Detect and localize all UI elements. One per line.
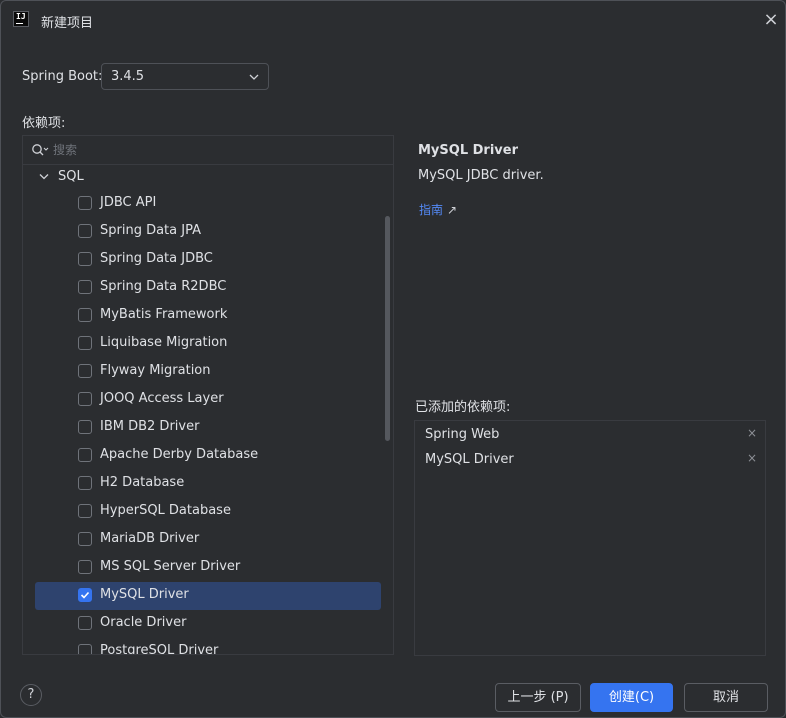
dependency-item[interactable]: H2 Database <box>35 470 381 498</box>
dependency-item-label: H2 Database <box>100 475 185 490</box>
dependency-item[interactable]: JDBC API <box>35 190 381 218</box>
dependency-tree: SQL JDBC API Spring Data JPA Spring Data J… <box>22 135 394 655</box>
group-label: SQL <box>58 169 84 184</box>
dependency-item[interactable]: Flyway Migration <box>35 358 381 386</box>
intellij-app-icon: IJ <box>13 11 29 27</box>
checkbox-checked[interactable] <box>78 588 92 602</box>
checkbox[interactable] <box>78 336 92 350</box>
search-input[interactable] <box>53 140 373 160</box>
remove-icon[interactable]: × <box>747 426 757 440</box>
dependency-item[interactable]: MariaDB Driver <box>35 526 381 554</box>
dependency-item-label: Oracle Driver <box>100 615 187 630</box>
added-dependencies-list: Spring Web × MySQL Driver × <box>414 420 766 656</box>
checkbox[interactable] <box>78 392 92 406</box>
window-title: 新建项目 <box>41 16 94 31</box>
added-dependencies-label: 已添加的依赖项: <box>415 400 511 415</box>
checkbox[interactable] <box>78 280 92 294</box>
guide-link[interactable]: 指南 ↗ <box>419 201 457 218</box>
dependency-item-label: Flyway Migration <box>100 363 211 378</box>
checkbox[interactable] <box>78 644 92 654</box>
checkbox[interactable] <box>78 420 92 434</box>
previous-button[interactable]: 上一步 (P) <box>495 683 581 712</box>
dependency-item-label: MS SQL Server Driver <box>100 559 241 574</box>
create-button[interactable]: 创建(C) <box>590 683 673 712</box>
dependency-item[interactable]: Apache Derby Database <box>35 442 381 470</box>
checkbox[interactable] <box>78 476 92 490</box>
chevron-down-icon <box>39 174 49 180</box>
added-item-label: MySQL Driver <box>425 452 514 467</box>
dependency-item-label: Apache Derby Database <box>100 447 259 462</box>
scrollbar-thumb[interactable] <box>385 216 390 441</box>
chevron-down-icon <box>249 74 259 80</box>
dependency-item[interactable]: Spring Data JDBC <box>35 246 381 274</box>
checkbox[interactable] <box>78 504 92 518</box>
search-bar <box>23 136 393 165</box>
help-icon[interactable]: ? <box>20 684 42 706</box>
guide-link-label[interactable]: 指南 <box>419 203 443 217</box>
dependency-detail-title: MySQL Driver <box>418 143 518 158</box>
cancel-button[interactable]: 取消 <box>684 683 768 712</box>
dependency-item-label: Spring Data R2DBC <box>100 279 227 294</box>
dependency-item[interactable]: MS SQL Server Driver <box>35 554 381 582</box>
group-sql[interactable]: SQL <box>23 164 383 190</box>
close-icon[interactable]: × <box>761 10 781 30</box>
checkbox[interactable] <box>78 364 92 378</box>
dependency-list: SQL JDBC API Spring Data JPA Spring Data J… <box>23 164 383 654</box>
dependency-item[interactable]: Spring Data R2DBC <box>35 274 381 302</box>
dependency-item[interactable]: Liquibase Migration <box>35 330 381 358</box>
checkbox[interactable] <box>78 560 92 574</box>
dependency-item-label: PostgreSQL Driver <box>100 643 219 654</box>
dependency-item-label: MyBatis Framework <box>100 307 228 322</box>
checkbox[interactable] <box>78 616 92 630</box>
dependency-item-label: Spring Data JDBC <box>100 251 213 266</box>
dependency-item-label: JOOQ Access Layer <box>100 391 224 406</box>
checkbox[interactable] <box>78 224 92 238</box>
checkbox[interactable] <box>78 532 92 546</box>
dependency-item[interactable]: PostgreSQL Driver <box>35 638 381 654</box>
dependency-item-label: Spring Data JPA <box>100 223 201 238</box>
new-project-dialog: IJ 新建项目 × Spring Boot: 3.4.5 依赖项: SQL <box>0 0 786 718</box>
added-item-label: Spring Web <box>425 427 500 442</box>
external-link-icon: ↗ <box>447 203 458 217</box>
title-bar: IJ 新建项目 × <box>1 1 785 41</box>
dependency-item-label: Liquibase Migration <box>100 335 228 350</box>
checkbox[interactable] <box>78 308 92 322</box>
checkbox[interactable] <box>78 448 92 462</box>
spring-boot-label: Spring Boot: <box>22 69 103 84</box>
checkbox[interactable] <box>78 252 92 266</box>
dependency-item[interactable]: JOOQ Access Layer <box>35 386 381 414</box>
dependency-item-label: HyperSQL Database <box>100 503 231 518</box>
dependency-item-label: IBM DB2 Driver <box>100 419 200 434</box>
dependency-detail-description: MySQL JDBC driver. <box>418 168 544 183</box>
dependency-item[interactable]: MyBatis Framework <box>35 302 381 330</box>
dependency-item[interactable]: Spring Data JPA <box>35 218 381 246</box>
added-item-mysql-driver: MySQL Driver × <box>415 448 765 472</box>
spring-boot-version-select[interactable]: 3.4.5 <box>101 63 269 90</box>
added-item-spring-web: Spring Web × <box>415 423 765 447</box>
dependency-item[interactable]: IBM DB2 Driver <box>35 414 381 442</box>
dependency-item-label: JDBC API <box>100 195 157 210</box>
dependency-item[interactable]: MySQL Driver <box>35 582 381 610</box>
search-icon[interactable] <box>31 143 49 157</box>
spring-boot-version-value: 3.4.5 <box>111 69 145 84</box>
dependency-item[interactable]: Oracle Driver <box>35 610 381 638</box>
dependencies-label: 依赖项: <box>22 116 66 131</box>
checkbox[interactable] <box>78 196 92 210</box>
checkmark-icon <box>80 591 90 599</box>
remove-icon[interactable]: × <box>747 451 757 465</box>
dependency-item-label: MySQL Driver <box>100 587 189 602</box>
dependency-item[interactable]: HyperSQL Database <box>35 498 381 526</box>
dependency-item-label: MariaDB Driver <box>100 531 200 546</box>
